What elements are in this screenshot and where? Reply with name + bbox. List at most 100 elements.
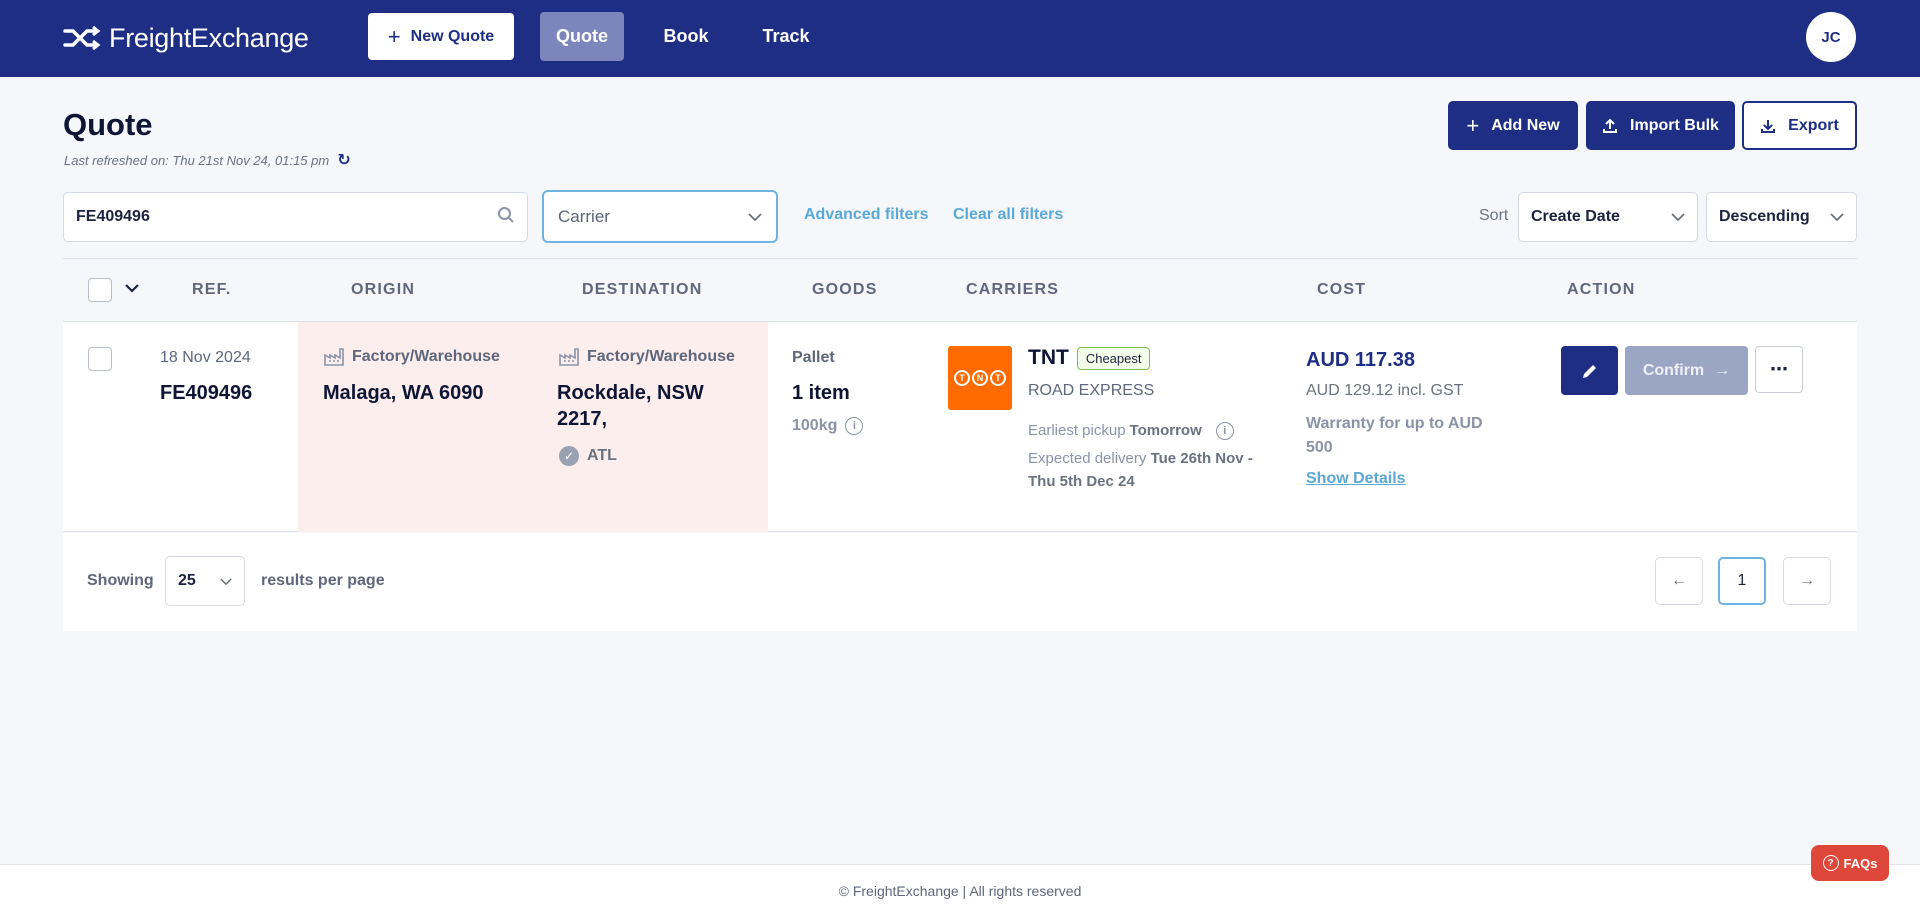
origin-type-label: Factory/Warehouse [352,348,500,365]
more-options-button[interactable]: ⋯ [1755,346,1803,393]
warranty-text: Warranty for up to AUD 500 [1306,415,1483,456]
new-quote-button[interactable]: + New Quote [368,13,514,60]
previous-page-button[interactable]: ← [1655,557,1703,605]
earliest-pickup: Earliest pickup Tomorrow i [1028,420,1268,443]
chevron-down-icon[interactable] [125,280,139,298]
per-page-select[interactable]: 25 [165,556,245,606]
top-navigation-bar: FreightExchange + New Quote Quote Book T… [0,0,1920,77]
next-page-button[interactable]: → [1783,557,1831,605]
quote-date: 18 Nov 2024 [160,349,251,366]
last-refreshed-text: Last refreshed on: Thu 21st Nov 24, 01:1… [64,152,330,168]
confirm-button[interactable]: Confirm → [1625,346,1748,395]
chevron-down-icon [220,573,232,589]
check-icon: ✓ [559,446,579,466]
pagination-bar: Showing 25 results per page ← 1 → [63,533,1857,631]
ellipsis-icon: ⋯ [1770,359,1788,379]
faqs-label: FAQs [1843,855,1878,871]
upload-icon [1603,118,1618,133]
tnt-logo-icon: T N T [948,346,1012,410]
refresh-icon[interactable]: ↻ [337,150,350,170]
info-icon[interactable]: i [1215,422,1234,441]
add-new-button[interactable]: + Add New [1448,101,1578,150]
column-header-goods: GOODS [812,281,878,298]
carrier-name: TNT [1028,346,1069,369]
import-bulk-button[interactable]: Import Bulk [1586,101,1735,150]
arrow-left-icon: ← [1671,572,1687,589]
destination-location: Rockdale, NSW 2217, [557,382,704,430]
origin-location: Malaga, WA 6090 [323,382,484,404]
tab-track[interactable]: Track [748,12,824,61]
column-header-origin: ORIGIN [351,281,416,298]
tnt-logo-letter-t: T [954,370,970,386]
select-all-checkbox[interactable] [88,278,112,302]
search-input[interactable] [76,208,497,226]
row-checkbox[interactable] [88,347,112,371]
goods-quantity: 1 item [792,382,850,404]
advanced-filters-link[interactable]: Advanced filters [804,206,928,224]
tab-quote[interactable]: Quote [540,12,624,61]
info-icon[interactable]: i [845,417,864,435]
tab-book[interactable]: Book [650,12,722,61]
sort-field-value: Create Date [1531,208,1620,225]
export-button[interactable]: Export [1742,101,1857,150]
goods-weight: 100kg i [792,417,864,435]
table-row: 18 Nov 2024 FE409496 Factory/Warehouse M… [63,322,1857,532]
confirm-label: Confirm [1642,361,1705,379]
last-refreshed: Last refreshed on: Thu 21st Nov 24, 01:1… [64,150,351,170]
destination-type: Factory/Warehouse [559,348,735,366]
delivery-label: Expected delivery [1028,450,1147,467]
pickup-value: Tomorrow [1129,422,1202,439]
plus-icon: + [1466,112,1480,138]
carrier-select[interactable]: Carrier [542,190,778,243]
sort-order-value: Descending [1719,208,1810,225]
cost-amount: AUD 117.38 [1306,349,1415,371]
factory-icon [559,348,579,366]
sort-order-select[interactable]: Descending [1706,192,1857,242]
goods-type: Pallet [792,349,835,366]
origin-type: Factory/Warehouse [324,348,500,366]
column-header-carriers: CARRIERS [966,281,1060,298]
page-title: Quote [63,107,153,142]
question-icon: ? [1822,855,1839,871]
goods-weight-value: 100kg [792,417,838,434]
atl-label: ATL [587,447,617,464]
export-label: Export [1788,116,1839,134]
cost-incl-gst: AUD 129.12 incl. GST [1306,382,1464,399]
show-details-link[interactable]: Show Details [1306,470,1406,488]
edit-button[interactable] [1561,346,1618,395]
add-new-label: Add New [1491,116,1560,134]
destination-type-label: Factory/Warehouse [587,348,735,365]
results-per-page-label: results per page [261,572,385,589]
chevron-down-icon [1830,209,1844,225]
column-header-ref: REF. [192,281,232,298]
shuffle-logo-icon [63,26,101,50]
import-bulk-label: Import Bulk [1630,116,1719,134]
pencil-icon [1582,364,1596,378]
plus-icon: + [387,23,401,49]
column-header-cost: COST [1317,281,1367,298]
carrier-service: ROAD EXPRESS [1028,382,1155,399]
app-logo[interactable]: FreightExchange [63,20,309,56]
new-quote-label: New Quote [410,27,495,45]
clear-all-filters-link[interactable]: Clear all filters [953,206,1063,224]
column-header-destination: DESTINATION [582,281,703,298]
sort-field-select[interactable]: Create Date [1518,192,1698,242]
column-header-action: ACTION [1567,281,1636,298]
expected-delivery: Expected delivery Tue 26th Nov - Thu 5th… [1028,448,1268,493]
copyright-text: © FreightExchange | All rights reserved [838,882,1082,899]
footer: © FreightExchange | All rights reserved [0,864,1920,916]
search-icon [497,206,515,229]
cheapest-badge: Cheapest [1076,346,1151,370]
carrier-select-placeholder: Carrier [558,206,610,226]
arrow-right-icon: → [1714,361,1731,379]
faqs-button[interactable]: ? FAQs [1811,845,1889,881]
search-field[interactable] [63,192,528,242]
page-number-button[interactable]: 1 [1718,557,1766,605]
tnt-logo-letter-n: N [972,370,988,386]
arrow-right-icon: → [1799,572,1815,589]
quote-ref[interactable]: FE409496 [160,382,252,405]
tnt-logo-letter-t2: T [990,370,1006,386]
user-avatar[interactable]: JC [1806,12,1856,62]
chevron-down-icon [748,209,762,225]
per-page-value: 25 [178,572,196,589]
